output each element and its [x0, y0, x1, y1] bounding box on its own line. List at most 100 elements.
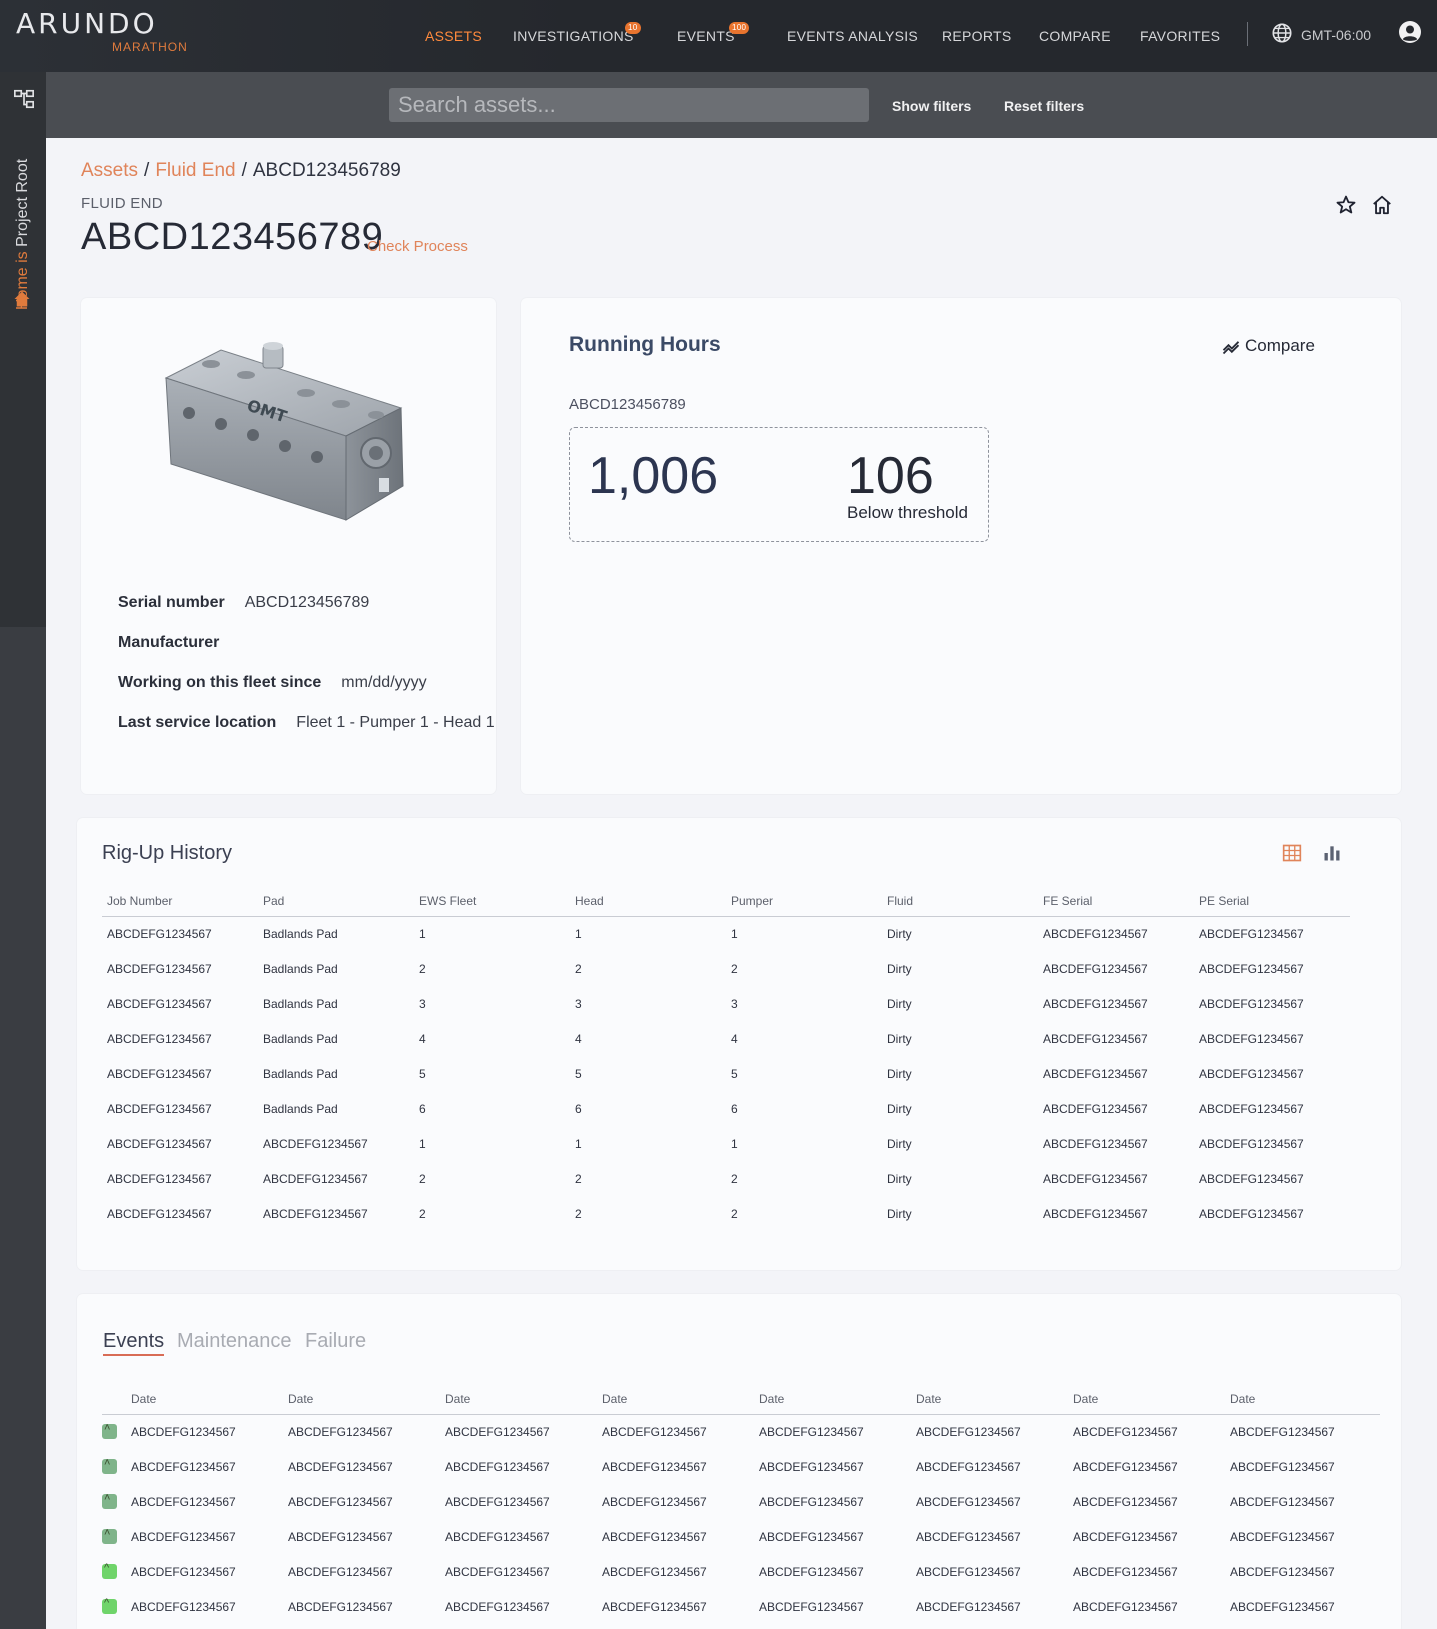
- cell-date-6: ABCDEFG1234567: [916, 1529, 1021, 1544]
- cell-date-7: ABCDEFG1234567: [1073, 1494, 1178, 1509]
- col-job-number[interactable]: Job Number: [102, 886, 258, 917]
- cell-date-5: ABCDEFG1234567: [759, 1459, 864, 1474]
- investigations-count-badge: 10: [625, 22, 641, 34]
- col-head[interactable]: Head: [570, 886, 726, 917]
- col-date-7[interactable]: Date: [1073, 1384, 1230, 1415]
- list-item[interactable]: ˄ ABCDEFG1234567 ABCDEFG1234567 ABCDEFG1234…: [102, 1519, 1380, 1554]
- page-title: ABCD123456789: [81, 216, 384, 258]
- star-icon[interactable]: [1335, 194, 1357, 216]
- col-pumper[interactable]: Pumper: [726, 886, 882, 917]
- cell-date-2: ABCDEFG1234567: [288, 1599, 393, 1614]
- timezone-selector[interactable]: GMT-06:00: [1301, 27, 1371, 43]
- bar-chart-view-icon[interactable]: [1322, 843, 1342, 863]
- col-date-6[interactable]: Date: [916, 1384, 1073, 1415]
- user-account-icon[interactable]: [1398, 20, 1422, 44]
- cell-date-5: ABCDEFG1234567: [759, 1599, 864, 1614]
- fleet-since-row: Working on this fleet since mm/dd/yyyy: [118, 674, 427, 692]
- double-chevron-up-icon: ˄: [102, 1422, 117, 1439]
- cell-job-number: ABCDEFG1234567: [107, 996, 212, 1011]
- col-pe-serial[interactable]: PE Serial: [1194, 886, 1350, 917]
- tab-maintenance[interactable]: Maintenance: [177, 1330, 292, 1353]
- nav-reports[interactable]: REPORTS: [942, 28, 1012, 44]
- cell-fe-serial: ABCDEFG1234567: [1043, 961, 1148, 976]
- col-date-1[interactable]: Date: [131, 1384, 288, 1415]
- serial-number-value: ABCD123456789: [244, 594, 370, 611]
- home-icon[interactable]: [1371, 194, 1393, 216]
- events-count-badge: 100: [729, 22, 750, 34]
- table-row[interactable]: ABCDEFG1234567 Badlands Pad 1 1 1 Dirty ABCDEF…: [102, 916, 1350, 951]
- events-card: Events Maintenance Failure Date Date Dat…: [77, 1294, 1401, 1629]
- cell-ews-fleet: 2: [419, 1171, 426, 1186]
- table-row[interactable]: ABCDEFG1234567 ABCDEFG1234567 2 2 2 Dirty ABCD…: [102, 1161, 1350, 1196]
- cell-date-3: ABCDEFG1234567: [445, 1599, 550, 1614]
- nav-assets[interactable]: ASSETS: [425, 28, 482, 44]
- list-item[interactable]: ^ ABCDEFG1234567 ABCDEFG1234567 ABCDEFG1234…: [102, 1554, 1380, 1589]
- col-date-3[interactable]: Date: [445, 1384, 602, 1415]
- cell-date-2: ABCDEFG1234567: [288, 1424, 393, 1439]
- check-process-link[interactable]: Check Process: [367, 238, 468, 255]
- cell-head: 5: [575, 1066, 582, 1081]
- reset-filters-button[interactable]: Reset filters: [1004, 98, 1084, 114]
- nav-compare[interactable]: COMPARE: [1039, 28, 1111, 44]
- breadcrumb-separator: /: [241, 160, 247, 181]
- table-row[interactable]: ABCDEFG1234567 Badlands Pad 6 6 6 Dirty ABCDEF…: [102, 1091, 1350, 1126]
- col-date-5[interactable]: Date: [759, 1384, 916, 1415]
- cell-job-number: ABCDEFG1234567: [107, 1101, 212, 1116]
- cell-pumper: 5: [731, 1066, 738, 1081]
- list-item[interactable]: ˄ ABCDEFG1234567 ABCDEFG1234567 ABCDEFG1234…: [102, 1484, 1380, 1519]
- compare-button[interactable]: Compare: [1222, 336, 1315, 356]
- search-input[interactable]: [389, 88, 869, 122]
- nav-events-analysis[interactable]: EVENTS ANALYSIS: [787, 28, 918, 44]
- cell-date-4: ABCDEFG1234567: [602, 1564, 707, 1579]
- list-item[interactable]: ˄ ABCDEFG1234567 ABCDEFG1234567 ABCDEFG1234…: [102, 1449, 1380, 1484]
- fluid-end-image: OMT: [164, 342, 404, 521]
- cell-date-8: ABCDEFG1234567: [1230, 1424, 1335, 1439]
- col-fluid[interactable]: Fluid: [882, 886, 1038, 917]
- priority-cell: ˄: [102, 1484, 131, 1519]
- asset-type-label: FLUID END: [81, 195, 163, 212]
- tab-failure[interactable]: Failure: [305, 1330, 366, 1353]
- priority-cell: ˄: [102, 1449, 131, 1484]
- nav-investigations[interactable]: INVESTIGATIONS 10: [513, 22, 641, 44]
- globe-icon[interactable]: [1271, 22, 1293, 44]
- tab-events[interactable]: Events: [103, 1330, 165, 1356]
- cell-date-8: ABCDEFG1234567: [1230, 1599, 1335, 1614]
- list-item[interactable]: ^ ABCDEFG1234567 ABCDEFG1234567 ABCDEFG1234…: [102, 1589, 1380, 1624]
- table-view-icon[interactable]: [1282, 843, 1302, 863]
- cell-job-number: ABCDEFG1234567: [107, 961, 212, 976]
- cell-date-7: ABCDEFG1234567: [1073, 1424, 1178, 1439]
- col-date-2[interactable]: Date: [288, 1384, 445, 1415]
- col-ews-fleet[interactable]: EWS Fleet: [414, 886, 570, 917]
- table-row[interactable]: ABCDEFG1234567 Badlands Pad 4 4 4 Dirty ABCDEF…: [102, 1021, 1350, 1056]
- col-pad[interactable]: Pad: [258, 886, 414, 917]
- col-date-8[interactable]: Date: [1230, 1384, 1380, 1415]
- breadcrumb-assets[interactable]: Assets: [81, 160, 138, 181]
- cell-date-4: ABCDEFG1234567: [602, 1494, 707, 1509]
- cell-fluid: Dirty: [887, 1101, 912, 1116]
- cell-pe-serial: ABCDEFG1234567: [1199, 926, 1304, 941]
- app-logo[interactable]: ARUNDO MARATHON: [16, 10, 191, 55]
- show-filters-button[interactable]: Show filters: [892, 98, 971, 114]
- cell-date-6: ABCDEFG1234567: [916, 1424, 1021, 1439]
- table-row[interactable]: ABCDEFG1234567 ABCDEFG1234567 2 2 2 Dirty ABCD…: [102, 1196, 1350, 1231]
- running-hours-card: Running Hours Compare ABCD123456789 1,00…: [521, 298, 1401, 794]
- table-row[interactable]: ABCDEFG1234567 ABCDEFG1234567 1 1 1 Dirty ABCD…: [102, 1126, 1350, 1161]
- cell-pad: Badlands Pad: [263, 1031, 338, 1046]
- project-root-link[interactable]: Home is Project Root: [14, 132, 34, 382]
- cell-date-6: ABCDEFG1234567: [916, 1564, 1021, 1579]
- list-item[interactable]: ˄ ABCDEFG1234567 ABCDEFG1234567 ABCDEFG1234…: [102, 1414, 1380, 1449]
- root-name: Project Root: [14, 158, 31, 247]
- cell-fluid: Dirty: [887, 1206, 912, 1221]
- breadcrumb-fluid-end[interactable]: Fluid End: [155, 160, 235, 181]
- col-date-4[interactable]: Date: [602, 1384, 759, 1415]
- cell-fluid: Dirty: [887, 1031, 912, 1046]
- tree-structure-icon[interactable]: [13, 88, 35, 110]
- table-row[interactable]: ABCDEFG1234567 Badlands Pad 5 5 5 Dirty ABCDEF…: [102, 1056, 1350, 1091]
- col-fe-serial[interactable]: FE Serial: [1038, 886, 1194, 917]
- nav-events[interactable]: EVENTS 100: [677, 22, 750, 44]
- nav-favorites[interactable]: FAVORITES: [1140, 28, 1220, 44]
- cell-date-2: ABCDEFG1234567: [288, 1459, 393, 1474]
- table-row[interactable]: ABCDEFG1234567 Badlands Pad 3 3 3 Dirty ABCDEF…: [102, 986, 1350, 1021]
- last-service-row: Last service location Fleet 1 - Pumper 1 …: [118, 714, 495, 732]
- table-row[interactable]: ABCDEFG1234567 Badlands Pad 2 2 2 Dirty ABCDEF…: [102, 951, 1350, 986]
